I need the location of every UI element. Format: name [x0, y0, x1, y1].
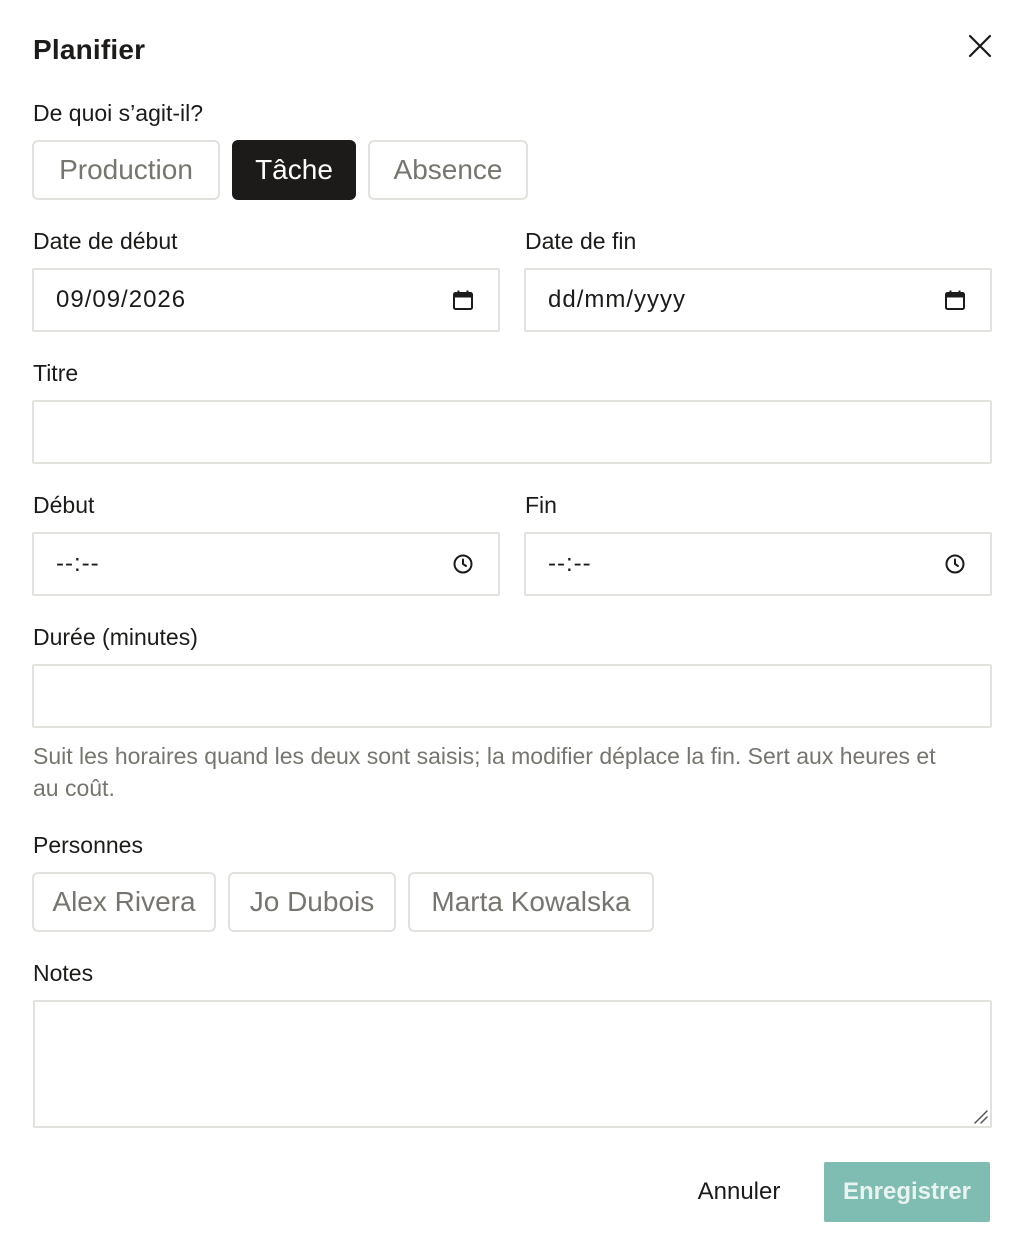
notes-textarea[interactable]	[33, 1000, 992, 1128]
duration-input[interactable]	[32, 664, 992, 728]
close-button[interactable]	[962, 28, 998, 64]
person-chip-marta-kowalska[interactable]: Marta Kowalska	[408, 872, 654, 932]
end-date-placeholder: dd/mm/yyyy	[548, 286, 687, 313]
title-input[interactable]	[32, 400, 992, 464]
type-option-tache[interactable]: Tâche	[232, 140, 356, 200]
save-button[interactable]: Enregistrer	[824, 1162, 990, 1222]
close-icon	[968, 34, 992, 58]
end-time-placeholder: --:--	[548, 550, 592, 577]
start-time-placeholder: --:--	[56, 550, 100, 577]
notes-label: Notes	[33, 960, 94, 986]
schedule-dialog: Planifier De quoi s’agit-il? Production …	[0, 0, 1024, 1256]
start-time-label: Début	[33, 492, 95, 518]
end-time-input[interactable]: --:--	[524, 532, 992, 596]
type-label: De quoi s’agit-il?	[33, 100, 204, 126]
calendar-icon[interactable]	[452, 289, 474, 311]
cancel-button[interactable]: Annuler	[676, 1162, 802, 1222]
start-date-input[interactable]: 09/09/2026	[32, 268, 500, 332]
start-time-input[interactable]: --:--	[32, 532, 500, 596]
duration-label: Durée (minutes)	[33, 624, 198, 650]
end-date-label: Date de fin	[525, 228, 637, 254]
start-date-label: Date de début	[33, 228, 178, 254]
dialog-title: Planifier	[33, 34, 146, 65]
clock-icon[interactable]	[452, 553, 474, 575]
clock-icon[interactable]	[944, 553, 966, 575]
start-date-value: 09/09/2026	[56, 286, 187, 313]
type-option-absence[interactable]: Absence	[368, 140, 528, 200]
end-time-label: Fin	[525, 492, 557, 518]
title-label: Titre	[33, 360, 79, 386]
type-option-production[interactable]: Production	[32, 140, 220, 200]
person-chip-alex-rivera[interactable]: Alex Rivera	[32, 872, 216, 932]
calendar-icon[interactable]	[944, 289, 966, 311]
people-label: Personnes	[33, 832, 143, 858]
person-chip-jo-dubois[interactable]: Jo Dubois	[228, 872, 396, 932]
duration-help-text: Suit les horaires quand les deux sont sa…	[33, 743, 936, 801]
end-date-input[interactable]: dd/mm/yyyy	[524, 268, 992, 332]
resize-handle-icon[interactable]	[972, 1108, 988, 1124]
